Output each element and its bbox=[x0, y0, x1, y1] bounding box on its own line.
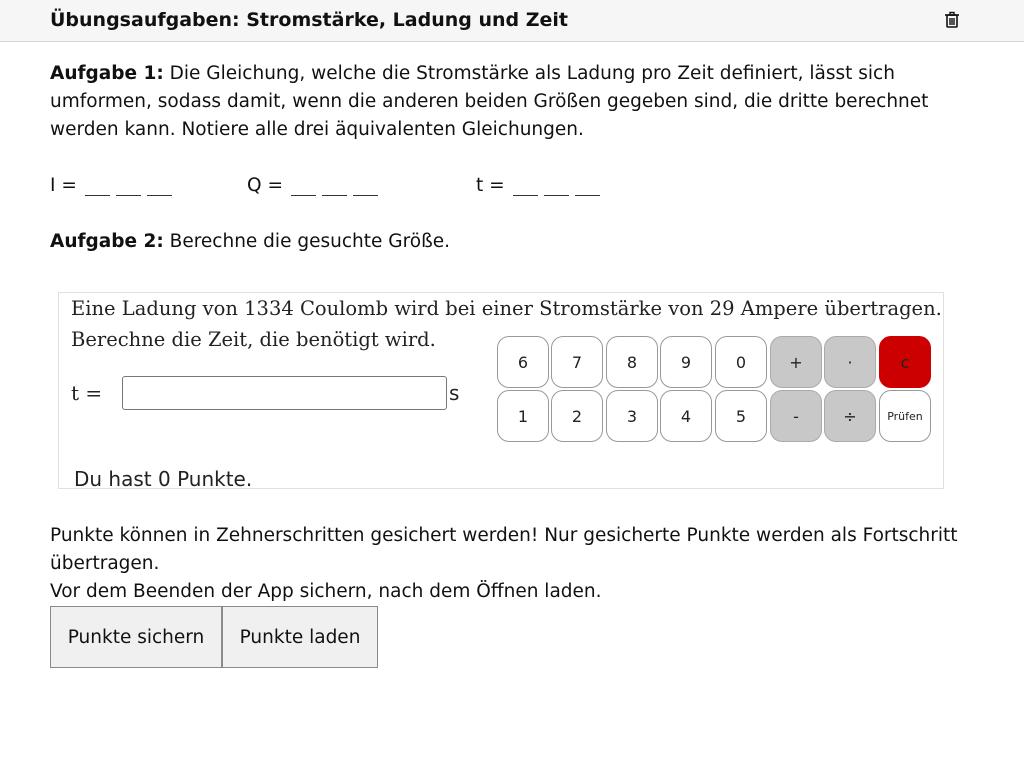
equation-slot[interactable] bbox=[512, 172, 538, 196]
equation-label: t = bbox=[476, 175, 505, 196]
exercise-panel: Eine Ladung von 1334 Coulomb wird bei ei… bbox=[58, 292, 944, 491]
answer-label: t = bbox=[71, 381, 103, 405]
key-6[interactable]: 6 bbox=[497, 336, 549, 388]
save-info-line3: Vor dem Beenden der App sichern, nach de… bbox=[50, 581, 602, 602]
key-clear[interactable]: c bbox=[879, 336, 931, 388]
key-3[interactable]: 3 bbox=[606, 390, 658, 442]
score-text: Du hast 0 Punkte. bbox=[74, 467, 253, 491]
equation-slot[interactable] bbox=[352, 172, 378, 196]
save-info-line1: Punkte können in Zehnerschritten gesiche… bbox=[50, 525, 958, 546]
equation-current: I = bbox=[50, 172, 178, 196]
key-7[interactable]: 7 bbox=[551, 336, 603, 388]
answer-unit: s bbox=[449, 381, 460, 405]
equation-time: t = bbox=[476, 172, 606, 196]
question-line2: Berechne die Zeit, die benötigt wird. bbox=[71, 328, 436, 351]
task1-line1: Die Gleichung, welche die Stromstärke al… bbox=[163, 63, 895, 84]
trash-icon[interactable] bbox=[942, 10, 962, 30]
page-title: Übungsaufgaben: Stromstärke, Ladung und … bbox=[50, 9, 568, 31]
equation-slot[interactable] bbox=[146, 172, 172, 196]
equation-slot[interactable] bbox=[115, 172, 141, 196]
equation-charge: Q = bbox=[247, 172, 384, 196]
save-info-line2: übertragen. bbox=[50, 553, 160, 574]
task1-text: Aufgabe 1: Die Gleichung, welche die Str… bbox=[50, 60, 928, 144]
key-8[interactable]: 8 bbox=[606, 336, 658, 388]
key-minus[interactable]: - bbox=[770, 390, 822, 442]
equation-slot[interactable] bbox=[84, 172, 110, 196]
key-4[interactable]: 4 bbox=[660, 390, 712, 442]
key-5[interactable]: 5 bbox=[715, 390, 767, 442]
load-points-button[interactable]: Punkte laden bbox=[222, 606, 378, 668]
equation-row: I = Q = t = bbox=[50, 172, 750, 202]
equation-slot[interactable] bbox=[321, 172, 347, 196]
task2-instruction: Berechne die gesuchte Größe. bbox=[163, 231, 451, 252]
save-points-button[interactable]: Punkte sichern bbox=[50, 606, 222, 668]
task1-label: Aufgabe 1: bbox=[50, 63, 164, 84]
title-bar: Übungsaufgaben: Stromstärke, Ladung und … bbox=[0, 0, 1024, 42]
answer-input[interactable] bbox=[122, 376, 447, 410]
task1-line2: umformen, sodass damit, wenn die anderen… bbox=[50, 91, 929, 112]
equation-label: Q = bbox=[247, 175, 283, 196]
key-0[interactable]: 0 bbox=[715, 336, 767, 388]
key-9[interactable]: 9 bbox=[660, 336, 712, 388]
equation-slot[interactable] bbox=[290, 172, 316, 196]
task2-text: Aufgabe 2: Berechne die gesuchte Größe. bbox=[50, 228, 450, 256]
question-line1: Eine Ladung von 1334 Coulomb wird bei ei… bbox=[71, 297, 942, 320]
key-divide[interactable]: ÷ bbox=[824, 390, 876, 442]
key-1[interactable]: 1 bbox=[497, 390, 549, 442]
equation-slot[interactable] bbox=[543, 172, 569, 196]
equation-slot[interactable] bbox=[574, 172, 600, 196]
key-2[interactable]: 2 bbox=[551, 390, 603, 442]
task1-line3: werden kann. Notiere alle drei äquivalen… bbox=[50, 119, 584, 140]
key-multiply[interactable]: · bbox=[824, 336, 876, 388]
task2-label: Aufgabe 2: bbox=[50, 231, 164, 252]
key-plus[interactable]: + bbox=[770, 336, 822, 388]
check-button[interactable]: Prüfen bbox=[879, 390, 931, 442]
save-info: Punkte können in Zehnerschritten gesiche… bbox=[50, 522, 958, 606]
equation-label: I = bbox=[50, 175, 77, 196]
